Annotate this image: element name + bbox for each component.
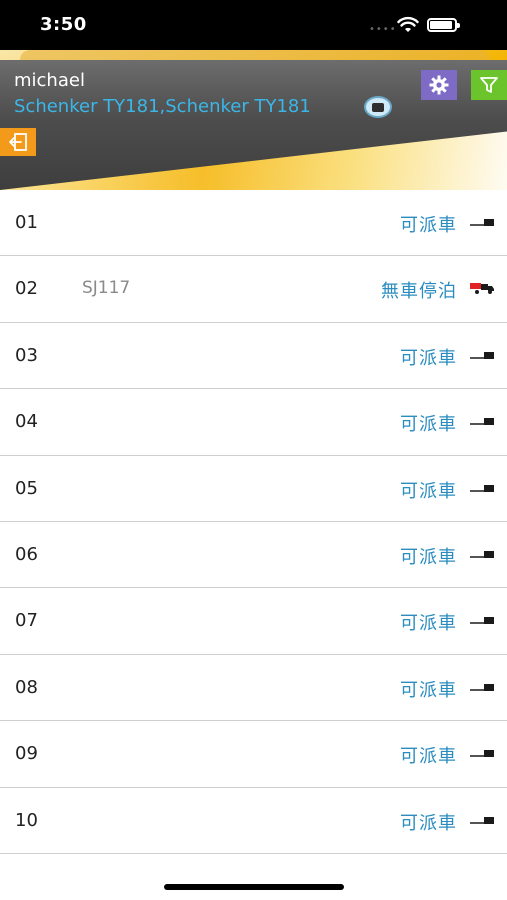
home-indicator[interactable]: [164, 884, 344, 890]
bay-status: 無車停泊: [381, 281, 457, 303]
bay-status: 可派車: [400, 414, 457, 436]
list-item[interactable]: 01 可派車: [0, 190, 507, 257]
empty-bay-icon: [469, 679, 495, 695]
truck-parked-icon: [469, 280, 495, 296]
bay-status: 可派車: [400, 546, 457, 568]
list-item[interactable]: 08 可派車: [0, 654, 507, 722]
list-item[interactable]: 09 可派車: [0, 721, 507, 788]
bay-number: 01: [15, 212, 38, 233]
cellular-signal-icon: ••••: [369, 24, 397, 35]
list-item[interactable]: 05 可派車: [0, 455, 507, 522]
empty-bay-icon: [469, 480, 495, 496]
bay-number: 05: [15, 477, 38, 499]
list-item[interactable]: 02 SJ117 無車停泊: [0, 256, 507, 323]
battery-icon: [427, 18, 460, 32]
empty-bay-icon: [469, 612, 495, 628]
list-item[interactable]: 06 可派車: [0, 521, 507, 589]
bay-number: 10: [15, 809, 38, 831]
empty-bay-icon: [469, 812, 495, 828]
empty-bay-icon: [469, 347, 495, 363]
bay-plate: SJ117: [82, 278, 131, 299]
settings-button[interactable]: [421, 70, 457, 100]
list-item[interactable]: 03 可派車: [0, 322, 507, 390]
bay-number: 07: [15, 610, 38, 632]
status-icons: ••••: [369, 16, 489, 35]
list-item[interactable]: 07 可派車: [0, 588, 507, 655]
filter-button[interactable]: [471, 70, 507, 100]
status-time: 3:50: [40, 14, 87, 35]
bay-status: 可派車: [400, 347, 457, 369]
bay-status: 可派車: [400, 215, 457, 236]
bay-status: 可派車: [400, 613, 457, 635]
list-item[interactable]: 04 可派車: [0, 389, 507, 456]
filter-icon: [480, 77, 498, 93]
wifi-icon: [397, 16, 419, 32]
header: michael Schenker TY181,Schenker TY181: [0, 50, 507, 190]
bay-number: 06: [15, 543, 38, 565]
bay-status: 可派車: [400, 812, 457, 834]
bay-number: 08: [15, 676, 38, 698]
gear-icon: [429, 75, 449, 95]
bay-number: 02: [15, 278, 38, 300]
camera-icon[interactable]: [364, 96, 392, 118]
logout-icon: [9, 133, 27, 151]
empty-bay-icon: [469, 745, 495, 761]
bay-status: 可派車: [400, 746, 457, 768]
bay-number: 09: [15, 743, 38, 765]
empty-bay-icon: [469, 546, 495, 562]
empty-bay-icon: [469, 214, 495, 230]
logout-button[interactable]: [0, 128, 36, 156]
bay-number: 04: [15, 411, 38, 433]
station-name[interactable]: Schenker TY181,Schenker TY181: [14, 96, 311, 117]
user-name: michael: [14, 70, 85, 91]
bay-status: 可派車: [400, 480, 457, 502]
bay-list: 01 可派車 02 SJ117 無車停泊 03 可派車 04 可派車 05 可派…: [0, 190, 507, 854]
status-bar: 3:50 ••••: [0, 0, 507, 50]
empty-bay-icon: [469, 413, 495, 429]
bay-status: 可派車: [400, 679, 457, 701]
bay-number: 03: [15, 344, 38, 366]
list-item[interactable]: 10 可派車: [0, 787, 507, 854]
screen: 3:50 •••• michael Schenker TY181,Schenke…: [0, 0, 507, 900]
